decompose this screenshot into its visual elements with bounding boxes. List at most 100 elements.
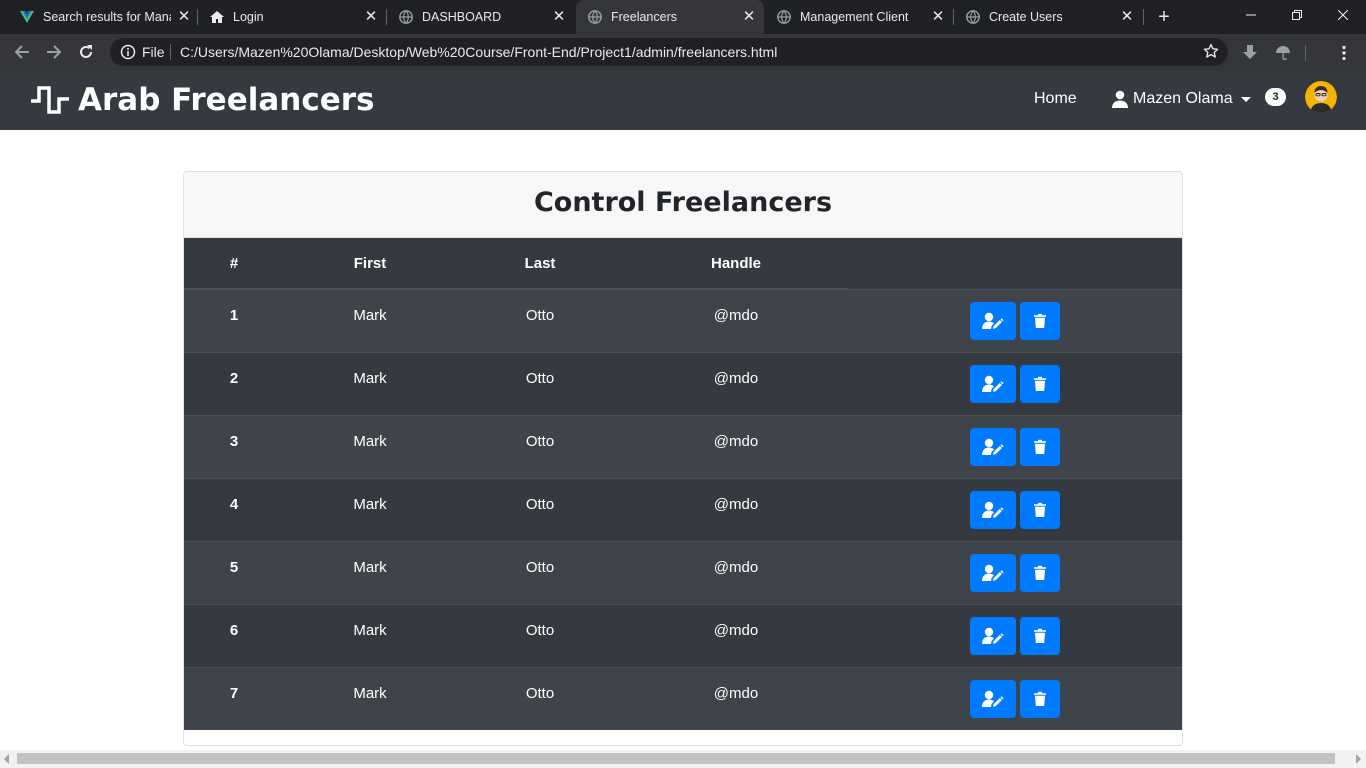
nav-home-link[interactable]: Home bbox=[1034, 89, 1077, 109]
menu-icon[interactable] bbox=[1334, 43, 1354, 63]
forward-icon[interactable] bbox=[42, 40, 66, 64]
edit-user-button[interactable] bbox=[970, 491, 1016, 529]
browser-tab-strip: Search results for Mana ✕ Login ✕ DASHBO… bbox=[0, 0, 1366, 34]
browser-tab-active[interactable]: Freelancers ✕ bbox=[576, 0, 764, 34]
user-name: Mazen Olama bbox=[1133, 90, 1233, 107]
cell-handle: @mdo bbox=[713, 559, 759, 576]
column-header-last: Last bbox=[524, 255, 556, 272]
trash-icon bbox=[1033, 313, 1047, 329]
window-close-icon[interactable] bbox=[1320, 0, 1366, 30]
chevron-down-icon bbox=[1240, 96, 1251, 102]
tab-close-icon[interactable]: ✕ bbox=[175, 8, 193, 26]
table-row: 5 Mark Otto @mdo bbox=[184, 541, 1182, 604]
cell-num: 7 bbox=[229, 685, 239, 702]
table-row: 6 Mark Otto @mdo bbox=[184, 604, 1182, 667]
delete-user-button[interactable] bbox=[1020, 428, 1060, 466]
user-edit-icon bbox=[982, 312, 1004, 330]
restore-icon[interactable] bbox=[1274, 0, 1320, 30]
tab-close-icon[interactable]: ✕ bbox=[362, 8, 380, 26]
cell-first: Mark bbox=[353, 559, 387, 576]
cell-num: 5 bbox=[229, 559, 239, 576]
notification-badge[interactable]: 3 bbox=[1265, 88, 1286, 106]
brand-name: Arab Freelancers bbox=[78, 82, 375, 118]
tab-close-icon[interactable]: ✕ bbox=[740, 8, 758, 26]
cell-first: Mark bbox=[353, 370, 387, 387]
avatar[interactable] bbox=[1305, 81, 1337, 113]
cell-num: 4 bbox=[229, 496, 239, 513]
cell-handle: @mdo bbox=[713, 622, 759, 639]
user-edit-icon bbox=[982, 438, 1004, 456]
globe-icon bbox=[398, 9, 414, 25]
cell-handle: @mdo bbox=[713, 685, 759, 702]
edit-user-button[interactable] bbox=[970, 554, 1016, 592]
back-icon[interactable] bbox=[10, 40, 34, 64]
info-icon[interactable] bbox=[120, 44, 136, 60]
new-tab-button[interactable]: + bbox=[1153, 6, 1175, 28]
browser-tab[interactable]: Search results for Mana ✕ bbox=[8, 0, 196, 34]
umbrella-icon[interactable] bbox=[1273, 43, 1293, 63]
freelancers-card: Control Freelancers # First Last Handle … bbox=[183, 171, 1183, 746]
delete-user-button[interactable] bbox=[1020, 554, 1060, 592]
tab-close-icon[interactable]: ✕ bbox=[550, 8, 568, 26]
page-title: Control Freelancers bbox=[533, 187, 833, 218]
edit-user-button[interactable] bbox=[970, 428, 1016, 466]
browser-tab[interactable]: Management Client ✕ bbox=[765, 0, 953, 34]
download-icon[interactable] bbox=[1240, 43, 1260, 63]
scroll-left-icon[interactable] bbox=[4, 754, 9, 764]
address-bar[interactable]: File C:/Users/Mazen%20Olama/Desktop/Web%… bbox=[110, 38, 1228, 66]
edit-user-button[interactable] bbox=[970, 680, 1016, 718]
edit-user-button[interactable] bbox=[970, 365, 1016, 403]
cell-last: Otto bbox=[525, 622, 555, 639]
tab-divider bbox=[1143, 9, 1144, 25]
globe-icon bbox=[587, 9, 603, 25]
card-header: Control Freelancers bbox=[184, 172, 1182, 238]
site-navbar: Arab Freelancers Home Mazen Olama bbox=[0, 71, 1366, 130]
table-row: 2 Mark Otto @mdo bbox=[184, 352, 1182, 415]
delete-user-button[interactable] bbox=[1020, 365, 1060, 403]
cell-first: Mark bbox=[353, 433, 387, 450]
tab-title: Login bbox=[233, 10, 264, 24]
delete-user-button[interactable] bbox=[1020, 491, 1060, 529]
delete-user-button[interactable] bbox=[1020, 617, 1060, 655]
minimize-icon[interactable] bbox=[1228, 0, 1274, 30]
scroll-right-icon[interactable] bbox=[1356, 754, 1361, 764]
column-header-num: # bbox=[229, 255, 239, 272]
cell-first: Mark bbox=[353, 496, 387, 513]
cell-handle: @mdo bbox=[713, 496, 759, 513]
table-row: 7 Mark Otto @mdo bbox=[184, 667, 1182, 730]
cell-last: Otto bbox=[525, 496, 555, 513]
delete-user-button[interactable] bbox=[1020, 302, 1060, 340]
tab-close-icon[interactable]: ✕ bbox=[929, 8, 947, 26]
table-header: # First Last Handle bbox=[184, 238, 1182, 289]
scheme-label: File bbox=[142, 44, 165, 60]
brand-link[interactable]: Arab Freelancers bbox=[30, 82, 375, 118]
tab-title: Management Client bbox=[800, 10, 909, 24]
column-header-handle: Handle bbox=[710, 255, 761, 272]
tab-title: DASHBOARD bbox=[422, 10, 502, 24]
browser-tab[interactable]: Create Users ✕ bbox=[954, 0, 1142, 34]
user-dropdown[interactable]: Mazen Olama bbox=[1112, 88, 1251, 110]
table-row: 1 Mark Otto @mdo bbox=[184, 289, 1182, 352]
edit-user-button[interactable] bbox=[970, 302, 1016, 340]
cell-last: Otto bbox=[525, 433, 555, 450]
trash-icon bbox=[1033, 628, 1047, 644]
cell-last: Otto bbox=[525, 370, 555, 387]
delete-user-button[interactable] bbox=[1020, 680, 1060, 718]
cell-num: 1 bbox=[229, 307, 239, 324]
trash-icon bbox=[1033, 565, 1047, 581]
vuetify-icon bbox=[19, 9, 35, 25]
horizontal-scrollbar[interactable] bbox=[0, 750, 1366, 768]
tab-close-icon[interactable]: ✕ bbox=[1118, 8, 1136, 26]
scrollbar-thumb[interactable] bbox=[17, 753, 1335, 764]
cell-last: Otto bbox=[525, 307, 555, 324]
bookmark-star-icon[interactable] bbox=[1202, 43, 1220, 61]
cell-last: Otto bbox=[525, 685, 555, 702]
browser-tab[interactable]: Login ✕ bbox=[198, 0, 386, 34]
column-header-first: First bbox=[353, 255, 387, 272]
edit-user-button[interactable] bbox=[970, 617, 1016, 655]
url-text[interactable]: C:/Users/Mazen%20Olama/Desktop/Web%20Cou… bbox=[180, 44, 777, 60]
browser-tab[interactable]: DASHBOARD ✕ bbox=[387, 0, 575, 34]
cell-num: 3 bbox=[229, 433, 239, 450]
trash-icon bbox=[1033, 502, 1047, 518]
reload-icon[interactable] bbox=[74, 40, 98, 64]
